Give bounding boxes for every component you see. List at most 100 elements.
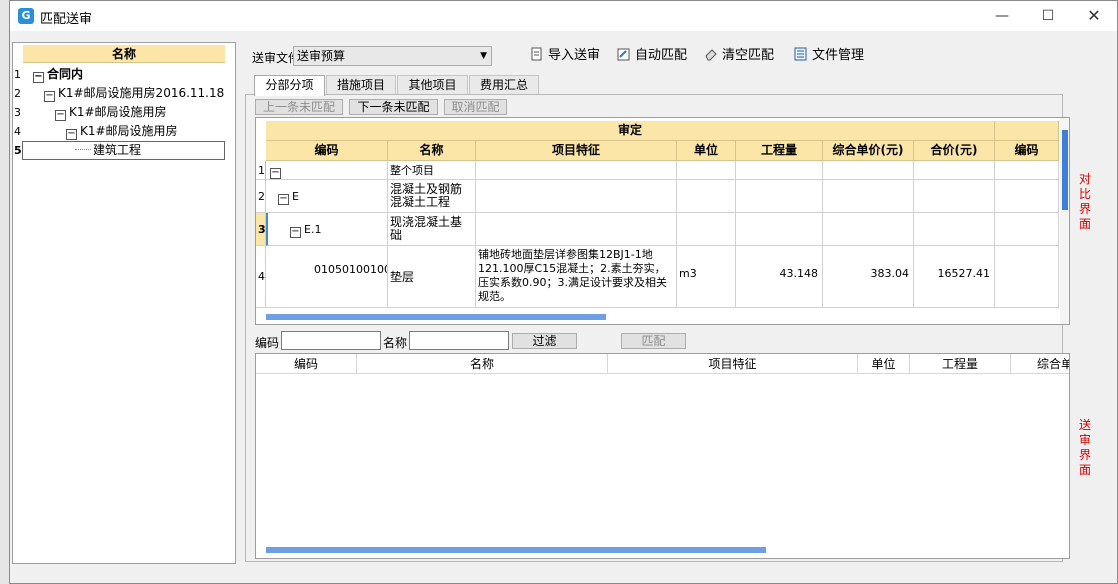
cell-unit-price[interactable]: 383.04: [823, 246, 914, 308]
cell-name[interactable]: 垫层: [388, 246, 476, 308]
cell-unit[interactable]: m3: [677, 246, 736, 308]
tree-row[interactable]: 2 − K1#邮局设施用房2016.11.18: [13, 84, 225, 103]
cell-code[interactable]: − E: [266, 180, 388, 213]
match-button[interactable]: 匹配: [621, 333, 686, 349]
cancel-match-button[interactable]: 取消匹配: [444, 99, 507, 115]
import-label: 导入送审: [548, 48, 601, 63]
tab-other-items[interactable]: 其他项目: [397, 75, 468, 95]
tab-sub-items[interactable]: 分部分项: [254, 75, 325, 96]
cell-total[interactable]: [914, 213, 995, 246]
cell-unit-price[interactable]: [823, 180, 914, 213]
col-unit-price[interactable]: 综合单: [1011, 354, 1069, 374]
import-review-button[interactable]: 导入送审: [530, 46, 600, 66]
col-name[interactable]: 名称: [388, 141, 476, 161]
cell-code[interactable]: 010501001003: [266, 246, 388, 308]
tab-cost-summary[interactable]: 费用汇总: [469, 75, 539, 95]
collapse-icon[interactable]: −: [270, 168, 281, 179]
audited-grid[interactable]: 审定 编码 名称 项目特征 单位 工程量 综合单价(元) 合价(元) 编码 1 …: [255, 117, 1070, 325]
cell-unit-price[interactable]: [823, 161, 914, 180]
col-unit-price[interactable]: 综合单价(元): [823, 141, 914, 161]
cell-feature[interactable]: [476, 213, 677, 246]
cell-code-right[interactable]: [995, 246, 1059, 308]
collapse-icon[interactable]: −: [290, 227, 301, 238]
vertical-scroll-thumb[interactable]: [1062, 130, 1068, 210]
tree-row[interactable]: 4 − K1#邮局设施用房: [13, 122, 225, 141]
next-unmatched-button[interactable]: 下一条未匹配: [349, 99, 438, 115]
cell-total[interactable]: 16527.41: [914, 246, 995, 308]
horizontal-scroll-thumb[interactable]: [266, 547, 766, 553]
auto-match-label: 自动匹配: [635, 48, 688, 63]
cell-feature[interactable]: [476, 180, 677, 213]
cell-unit[interactable]: [677, 213, 736, 246]
col-total[interactable]: 合价(元): [914, 141, 995, 161]
cell-code-right[interactable]: [995, 213, 1059, 246]
tab-measures[interactable]: 措施项目: [326, 75, 396, 95]
review-file-value: 送审预算: [297, 49, 346, 63]
cell-feature[interactable]: [476, 161, 677, 180]
cell-quantity[interactable]: [736, 161, 823, 180]
cell-code-right[interactable]: [995, 161, 1059, 180]
cell-code[interactable]: − E.1: [266, 213, 388, 246]
cell-code[interactable]: −: [266, 161, 388, 180]
tree-row[interactable]: 1 − 合同内: [13, 65, 225, 84]
cell-unit[interactable]: [677, 180, 736, 213]
collapse-icon[interactable]: −: [278, 194, 289, 205]
submitted-grid[interactable]: 编码 名称 项目特征 单位 工程量 综合单: [255, 353, 1070, 559]
cell-total[interactable]: [914, 180, 995, 213]
col-quantity[interactable]: 工程量: [736, 141, 823, 161]
tree-node[interactable]: − K1#邮局设施用房: [66, 122, 178, 141]
tree-row-selected[interactable]: 5 建筑工程: [13, 141, 225, 160]
cell-feature[interactable]: 铺地砖地面垫层详参图集12BJ1-1地121.100厚C15混凝土；2.素土夯实…: [476, 246, 677, 308]
col-feature[interactable]: 项目特征: [608, 354, 858, 374]
collapse-icon[interactable]: −: [55, 110, 66, 121]
collapse-icon[interactable]: −: [66, 129, 77, 140]
cell-code-right[interactable]: [995, 180, 1059, 213]
col-code[interactable]: 编码: [256, 354, 357, 374]
cell-name[interactable]: 混凝土及钢筋混凝土工程: [388, 180, 476, 213]
auto-match-button[interactable]: 自动匹配: [617, 46, 687, 66]
tree-connector: [75, 149, 91, 150]
tree-node[interactable]: − K1#邮局设施用房: [55, 103, 167, 122]
col-unit[interactable]: 单位: [677, 141, 736, 161]
filter-button[interactable]: 过滤: [512, 333, 577, 349]
horizontal-scroll-thumb[interactable]: [266, 314, 606, 320]
compare-view-label: 对比界面: [1078, 172, 1091, 231]
tree-row[interactable]: 3 − K1#邮局设施用房: [13, 103, 225, 122]
cell-unit-price[interactable]: [823, 213, 914, 246]
project-tree[interactable]: 名称 1 − 合同内 2 − K1#邮局设施用房2016.11.18 3 − K1#邮…: [12, 42, 236, 564]
col-quantity[interactable]: 工程量: [910, 354, 1011, 374]
clear-match-label: 清空匹配: [722, 48, 775, 63]
cell-quantity[interactable]: 43.148: [736, 246, 823, 308]
tree-node-label: K1#邮局设施用房: [80, 124, 178, 138]
collapse-icon[interactable]: −: [33, 72, 44, 83]
col-code[interactable]: 编码: [266, 141, 388, 161]
col-feature[interactable]: 项目特征: [476, 141, 677, 161]
row-number: 1: [256, 161, 266, 180]
cell-name[interactable]: 现浇混凝土基础: [388, 213, 476, 246]
col-name[interactable]: 名称: [357, 354, 608, 374]
row-number: 2: [14, 87, 21, 100]
close-button[interactable]: ✕: [1071, 1, 1117, 31]
tree-node[interactable]: 建筑工程: [75, 141, 141, 160]
row-number: 4: [14, 125, 21, 138]
cell-quantity[interactable]: [736, 180, 823, 213]
maximize-button[interactable]: ☐: [1025, 1, 1071, 31]
review-file-select[interactable]: 送审预算 ▼: [293, 46, 492, 66]
cell-unit[interactable]: [677, 161, 736, 180]
prev-unmatched-button[interactable]: 上一条未匹配: [255, 99, 343, 115]
minimize-button[interactable]: —: [979, 1, 1025, 31]
file-manage-button[interactable]: 文件管理: [794, 46, 864, 66]
cell-total[interactable]: [914, 161, 995, 180]
col-unit[interactable]: 单位: [858, 354, 910, 374]
code-filter-input[interactable]: [281, 331, 381, 350]
tree-node[interactable]: − K1#邮局设施用房2016.11.18: [44, 84, 224, 103]
row-number: 1: [14, 68, 21, 81]
collapse-icon[interactable]: −: [44, 91, 55, 102]
cell-name[interactable]: 整个项目: [388, 161, 476, 180]
tree-node-label: K1#邮局设施用房: [69, 105, 167, 119]
col-code-right[interactable]: 编码: [995, 141, 1059, 161]
name-filter-input[interactable]: [409, 331, 509, 350]
clear-match-button[interactable]: 清空匹配: [704, 46, 774, 66]
cell-quantity[interactable]: [736, 213, 823, 246]
tree-node[interactable]: − 合同内: [33, 65, 83, 84]
